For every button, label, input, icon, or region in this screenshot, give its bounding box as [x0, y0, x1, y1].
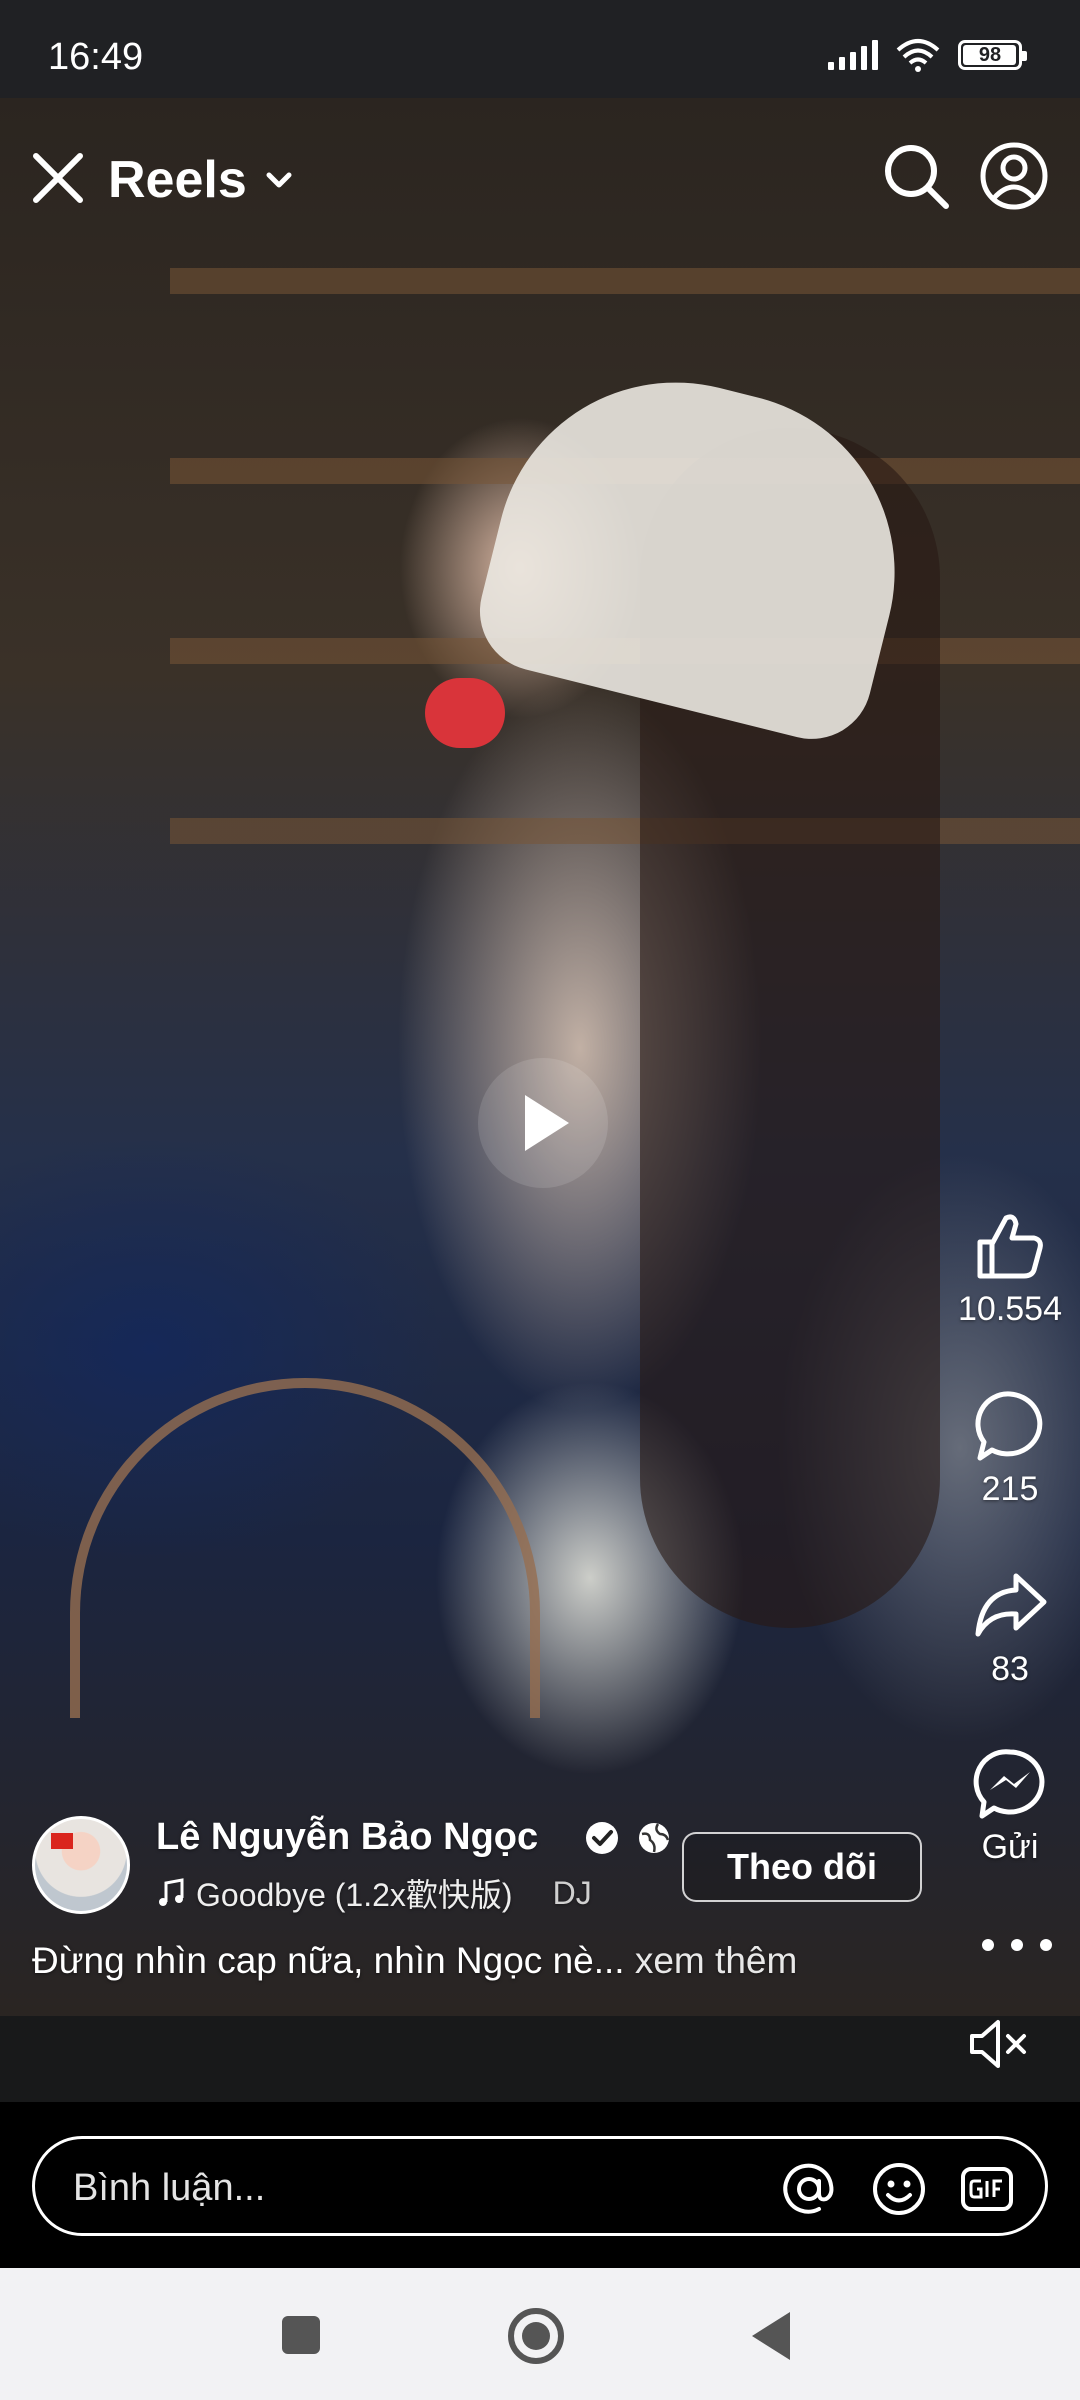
wifi-icon	[896, 39, 940, 72]
music-info[interactable]: Goodbye (1.2x歡快版) DJ	[156, 1870, 592, 1916]
play-button[interactable]	[478, 1058, 608, 1188]
emoji-icon[interactable]	[869, 2159, 929, 2219]
avatar[interactable]	[32, 1816, 130, 1914]
video-dessert-stand	[70, 1378, 540, 1718]
recents-button[interactable]	[282, 2316, 320, 2354]
like-icon[interactable]	[970, 1206, 1050, 1286]
mute-icon[interactable]	[966, 2014, 1030, 2074]
caption-text: Đừng nhìn cap nữa, nhìn Ngọc nè...	[32, 1940, 625, 1981]
reels-dropdown[interactable]: Reels	[108, 150, 297, 210]
video-subject-scarf	[467, 344, 933, 752]
mention-icon[interactable]	[779, 2159, 839, 2219]
status-icons: 98	[828, 38, 1027, 72]
comment-input[interactable]: Bình luận...	[32, 2136, 1048, 2236]
globe-icon	[639, 1823, 670, 1853]
top-nav: Reels	[0, 140, 1080, 220]
music-artist: DJ	[552, 1874, 592, 1911]
comment-action[interactable]: 215	[940, 1386, 1080, 1509]
post-caption[interactable]: Đừng nhìn cap nữa, nhìn Ngọc nè... xem t…	[32, 1940, 797, 1982]
author-name[interactable]: Lê Nguyễn Bảo Ngọc	[156, 1816, 538, 1859]
video-macaron	[425, 678, 505, 748]
like-action[interactable]: 10.554	[940, 1206, 1080, 1329]
signal-icon	[828, 40, 878, 70]
status-bar: 16:49 98	[0, 0, 1080, 98]
system-nav-bar	[0, 2268, 1080, 2400]
battery-text: 98	[978, 43, 1002, 66]
share-icon[interactable]	[970, 1566, 1050, 1646]
background-shelf	[170, 818, 1080, 844]
comment-icon[interactable]	[970, 1386, 1050, 1466]
send-label: Gửi	[981, 1828, 1039, 1866]
chevron-down-icon	[266, 172, 292, 188]
more-options-icon[interactable]	[982, 1930, 1052, 1960]
gif-icon[interactable]	[957, 2159, 1017, 2219]
post-author: Lê Nguyễn Bảo Ngọc Goodbye (1.2x歡快版) DJ …	[32, 1814, 932, 1914]
follow-button[interactable]: Theo dõi	[682, 1832, 922, 1902]
share-count: 83	[991, 1650, 1029, 1688]
share-action[interactable]: 83	[940, 1566, 1080, 1689]
messenger-icon[interactable]	[970, 1744, 1050, 1824]
music-track: Goodbye (1.2x歡快版)	[196, 1877, 513, 1913]
reel-video[interactable]	[0, 98, 1080, 2016]
home-button[interactable]	[508, 2308, 564, 2364]
search-icon[interactable]	[880, 140, 952, 212]
page-title: Reels	[108, 151, 247, 209]
see-more-link[interactable]: xem thêm	[635, 1940, 797, 1981]
back-button[interactable]	[752, 2312, 790, 2360]
background-shelf	[170, 268, 1080, 294]
comment-bar: Bình luận...	[0, 2102, 1080, 2268]
verified-badge-icon	[586, 1822, 618, 1854]
close-icon[interactable]	[28, 148, 88, 208]
comment-placeholder: Bình luận...	[73, 2167, 266, 2209]
status-time: 16:49	[48, 36, 144, 78]
play-icon	[525, 1095, 569, 1151]
music-note-icon	[159, 1878, 184, 1906]
profile-icon[interactable]	[978, 140, 1050, 212]
comment-count: 215	[981, 1470, 1039, 1508]
like-count: 10.554	[958, 1290, 1062, 1328]
battery-icon: 98	[958, 40, 1027, 70]
send-action[interactable]: Gửi	[940, 1744, 1080, 1867]
